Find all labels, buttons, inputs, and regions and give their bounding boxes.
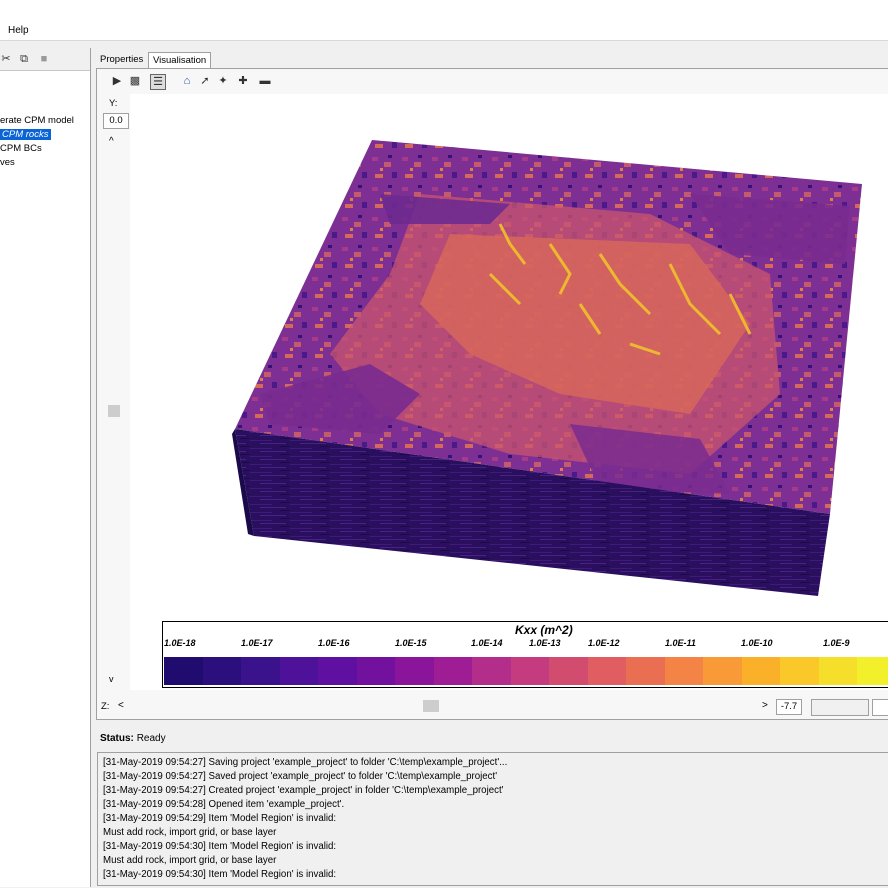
- tree-toolbar: ✂ ⧉ ■: [0, 48, 90, 71]
- log-line: [31-May-2019 09:54:27] Saving project 'e…: [103, 757, 508, 768]
- 3d-viewport[interactable]: [130, 94, 888, 690]
- z-scroll-right[interactable]: >: [762, 700, 768, 711]
- colorbar-tick: 1.0E-13: [529, 638, 561, 648]
- tree-item-cpm-rocks[interactable]: CPM rocks: [0, 129, 52, 140]
- colorbar-swatch: [780, 657, 819, 685]
- log-line: Must add rock, import grid, or base laye…: [103, 855, 277, 866]
- log-line: [31-May-2019 09:54:27] Saved project 'ex…: [103, 771, 498, 782]
- colorbar-swatch: [318, 657, 357, 685]
- cut-icon[interactable]: ✂: [0, 53, 12, 65]
- title-bar: [0, 0, 888, 22]
- tree-item-curves[interactable]: ves: [0, 157, 15, 168]
- permeability-block-render: [232, 140, 862, 596]
- colorbar-tick: 1.0E-12: [588, 638, 620, 648]
- colorbar-swatch: [549, 657, 588, 685]
- pick-icon[interactable]: ✦: [216, 74, 230, 88]
- tab-strip: Properties Visualisation: [96, 52, 888, 68]
- log-line: [31-May-2019 09:54:30] Item 'Model Regio…: [103, 869, 337, 880]
- colorbar-swatch: [703, 657, 742, 685]
- status-value: Ready: [136, 733, 166, 744]
- colorbar-tick: 1.0E-17: [241, 638, 273, 648]
- log-line: [31-May-2019 09:54:30] Item 'Model Regio…: [103, 841, 337, 852]
- y-label: Y:: [109, 98, 118, 109]
- colorbar-tick: 1.0E-9: [823, 638, 850, 648]
- colorbar-swatch: [626, 657, 665, 685]
- colorbar-tick: 1.0E-14: [471, 638, 503, 648]
- colorbar-swatch: [741, 657, 781, 685]
- z-scroll-left[interactable]: <: [118, 700, 124, 711]
- tab-properties[interactable]: Properties: [96, 52, 147, 67]
- log-line: Must add rock, import grid, or base laye…: [103, 827, 277, 838]
- colorbar-swatch: [472, 657, 511, 685]
- z-extra-field[interactable]: [811, 699, 869, 716]
- colorbar-swatch: [356, 657, 396, 685]
- tree-item-generate-cpm-model[interactable]: erate CPM model: [0, 115, 74, 126]
- colorbar-tick: 1.0E-11: [665, 638, 696, 648]
- colorbar-swatch: [241, 657, 280, 685]
- colorbar-swatch: [857, 657, 888, 685]
- colorbar-swatch: [510, 657, 550, 685]
- colorbar-swatch: [279, 657, 319, 685]
- crosshair-icon[interactable]: ✚: [236, 74, 250, 88]
- colorbar-swatch: [395, 657, 434, 685]
- y-scroll-up[interactable]: ^: [109, 136, 114, 147]
- tab-visualisation[interactable]: Visualisation: [148, 52, 212, 68]
- z-slice-control: Z: < > -7.7: [96, 696, 888, 718]
- visualisation-toolbar: ▶ ▩ ☰ ⌂ ➚ ✦ ✚ ▬: [100, 72, 888, 92]
- colorbar-tick: 1.0E-16: [318, 638, 350, 648]
- film-icon[interactable]: ☰: [150, 74, 166, 90]
- log-panel[interactable]: [31-May-2019 09:54:27] Saving project 'e…: [97, 752, 888, 886]
- colorbar-swatch: [818, 657, 858, 685]
- project-tree-panel: [0, 48, 91, 887]
- colorbar-swatch: [587, 657, 627, 685]
- colorbar-swatch: [664, 657, 704, 685]
- pointer-icon[interactable]: ➚: [198, 74, 212, 88]
- tree-item-cpm-bcs[interactable]: CPM BCs: [0, 143, 42, 154]
- colorbar-swatch: [164, 657, 203, 685]
- export-icon[interactable]: ▶: [110, 74, 124, 88]
- copy-icon[interactable]: ⧉: [18, 53, 30, 65]
- y-slice-control: Y: 0.0 ^ v: [100, 94, 130, 690]
- colorbar-swatch: [433, 657, 473, 685]
- status-line: Status: Ready: [100, 733, 166, 744]
- status-label: Status:: [100, 733, 134, 744]
- z-label: Z:: [101, 701, 110, 712]
- trash-icon[interactable]: ■: [38, 53, 50, 65]
- colorbar-title: Kxx (m^2): [515, 623, 573, 637]
- colorbar-tick: 1.0E-18: [164, 638, 196, 648]
- log-line: [31-May-2019 09:54:29] Item 'Model Regio…: [103, 813, 337, 824]
- z-value-input[interactable]: -7.7: [776, 699, 802, 715]
- z-extra-field-2[interactable]: [872, 699, 888, 716]
- y-scroll-down[interactable]: v: [109, 674, 114, 684]
- colorbar-swatch: [202, 657, 242, 685]
- z-slider-thumb[interactable]: [423, 700, 439, 712]
- menu-help[interactable]: Help: [8, 25, 29, 36]
- y-slider-thumb[interactable]: [108, 405, 120, 417]
- snapshot-icon[interactable]: ▩: [128, 74, 142, 88]
- log-line: [31-May-2019 09:54:28] Opened item 'exam…: [103, 799, 345, 810]
- log-line: [31-May-2019 09:54:27] Created project '…: [103, 785, 504, 796]
- home-icon[interactable]: ⌂: [180, 74, 194, 88]
- colorbar-tick: 1.0E-15: [395, 638, 427, 648]
- menu-bar: Help: [0, 22, 888, 41]
- colorbar: Kxx (m^2) 1.0E-18 1.0E-17 1.0E-16 1.0E-1…: [162, 621, 888, 688]
- colorbar-tick: 1.0E-10: [741, 638, 773, 648]
- y-value-input[interactable]: 0.0: [103, 113, 129, 129]
- ruler-icon[interactable]: ▬: [258, 74, 272, 88]
